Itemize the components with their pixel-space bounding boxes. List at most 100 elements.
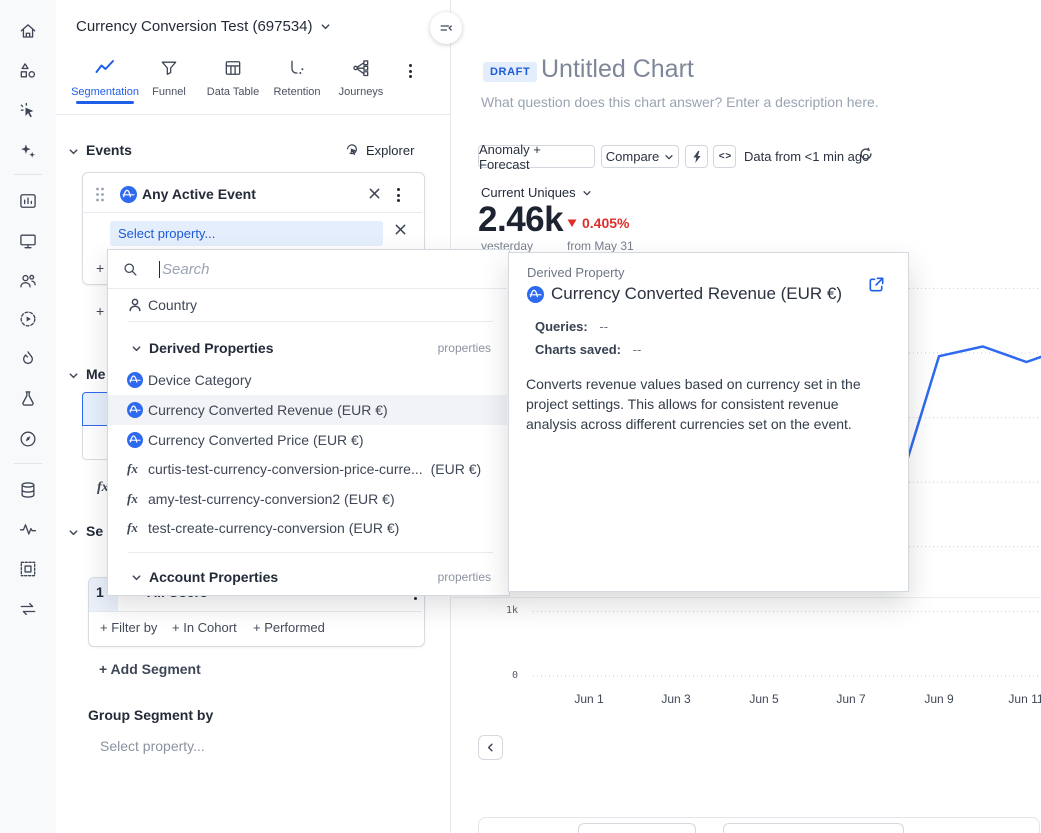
dropdown-item[interactable]: Currency Converted Price (EUR €): [108, 425, 507, 455]
shapes-icon[interactable]: [18, 61, 38, 81]
chevron-down-icon: [582, 188, 592, 198]
x-axis-label: Jun 9: [924, 692, 953, 706]
remove-event-icon[interactable]: [368, 187, 381, 200]
fx-icon: fx: [127, 520, 138, 536]
tab-retention[interactable]: Retention: [270, 58, 324, 98]
collapse-panel-icon: [438, 20, 454, 36]
search-icon: [123, 262, 138, 277]
session-replay-icon[interactable]: [18, 309, 38, 329]
fx-icon: fx: [127, 461, 138, 477]
account-properties-header[interactable]: Account Properties properties: [108, 562, 507, 592]
metric-selector[interactable]: Current Uniques: [481, 185, 592, 200]
segment-card-divider: [89, 611, 422, 612]
signals-pulse-icon[interactable]: [18, 519, 38, 539]
text-caret: [159, 261, 160, 278]
data-database-icon[interactable]: [18, 480, 38, 500]
anomaly-forecast-button[interactable]: Anomaly + Forecast: [478, 145, 595, 168]
add-where-fragment[interactable]: +: [96, 260, 104, 276]
x-axis-label: Jun 11: [1008, 692, 1041, 706]
open-external-link-icon[interactable]: [867, 275, 886, 294]
experiments-flask-icon[interactable]: [18, 389, 38, 409]
metric-change-value: 0.405%: [582, 215, 629, 231]
dropdown-item[interactable]: Device Category: [108, 365, 507, 395]
performed-button[interactable]: + Performed: [253, 620, 325, 635]
events-collapse-chevron-icon[interactable]: [68, 146, 79, 157]
dropdown-item[interactable]: fx curtis-test-currency-conversion-price…: [108, 454, 507, 484]
queries-value: --: [599, 319, 608, 334]
dropdown-item-label: curtis-test-currency-conversion-price-cu…: [148, 461, 423, 477]
popup-queries-row: Queries: --: [535, 319, 608, 334]
audiences-icon[interactable]: [18, 271, 38, 291]
chart-description-placeholder[interactable]: What question does this chart answer? En…: [481, 94, 879, 110]
tab-segmentation[interactable]: Segmentation: [76, 58, 134, 98]
breakdown-select-1[interactable]: [578, 823, 696, 833]
compass-icon[interactable]: [18, 429, 38, 449]
dropdown-item[interactable]: fx amy-test-currency-conversion2 (EUR €): [108, 484, 507, 514]
tab-journeys[interactable]: Journeys: [334, 58, 388, 98]
dropdown-item-country[interactable]: Country: [108, 290, 507, 320]
filter-by-button[interactable]: + Filter by: [100, 620, 157, 635]
active-tab-underline: [76, 101, 134, 104]
charts-saved-value: --: [633, 342, 642, 357]
derived-properties-header[interactable]: Derived Properties properties: [108, 333, 507, 363]
magic-select-icon[interactable]: [18, 101, 38, 121]
drag-handle-icon[interactable]: [94, 186, 106, 203]
dropdown-item-label: amy-test-currency-conversion2 (EUR €): [148, 491, 395, 507]
remove-property-icon[interactable]: [394, 223, 407, 236]
realtime-button[interactable]: [685, 145, 708, 168]
popup-title: Currency Converted Revenue (EUR €): [551, 284, 842, 304]
dropdown-item[interactable]: fx test-create-currency-conversion (EUR …: [108, 513, 507, 543]
in-cohort-button[interactable]: + In Cohort: [172, 620, 237, 635]
tab-funnel[interactable]: Funnel: [148, 58, 190, 98]
segmentation-icon: [94, 58, 116, 78]
dropdown-item-highlighted[interactable]: Currency Converted Revenue (EUR €): [108, 395, 507, 425]
property-dropdown: Search Country Derived Properties proper…: [107, 249, 510, 596]
display-icon[interactable]: [18, 231, 38, 251]
activity-flame-icon[interactable]: [18, 349, 38, 369]
rail-divider: [14, 463, 42, 464]
dropdown-item-label: Currency Converted Price (EUR €): [148, 432, 364, 448]
chevron-down-icon: [131, 572, 142, 583]
amplitude-logo-icon: [127, 372, 143, 388]
dropdown-item-label: Currency Converted Revenue (EUR €): [148, 402, 388, 418]
tab-label: Funnel: [152, 86, 186, 98]
property-search[interactable]: Search: [108, 250, 507, 289]
draft-badge: DRAFT: [483, 62, 537, 82]
explorer-button[interactable]: Explorer: [344, 142, 414, 158]
ai-sparkles-icon[interactable]: [18, 141, 38, 161]
dropdown-item-label: test-create-currency-conversion (EUR €): [148, 520, 399, 536]
chart-title[interactable]: Untitled Chart: [541, 55, 694, 84]
metric-label: Current Uniques: [481, 185, 576, 200]
dropdown-item-suffix: (EUR €): [431, 461, 482, 477]
metric-change: 0.405%: [567, 215, 629, 231]
popup-kicker: Derived Property: [527, 265, 625, 280]
chevron-down-icon: [320, 21, 331, 32]
measured-collapse-chevron-icon[interactable]: [68, 370, 79, 381]
compare-button[interactable]: Compare: [601, 145, 679, 168]
tab-label: Journeys: [339, 86, 384, 98]
add-event-fragment[interactable]: +: [96, 303, 104, 319]
collapse-panel-button[interactable]: [430, 12, 462, 44]
amplitude-app: Currency Conversion Test (697534) Segmen…: [0, 0, 1041, 833]
breakdown-select-2[interactable]: [723, 823, 904, 833]
tab-label: Data Table: [207, 86, 259, 98]
event-options-menu[interactable]: [395, 186, 402, 204]
home-icon[interactable]: [18, 22, 38, 42]
select-property-field[interactable]: Select property...: [110, 221, 383, 246]
processing-chip-icon[interactable]: [18, 559, 38, 579]
refresh-icon[interactable]: [858, 146, 874, 162]
metric-value: 2.46k: [478, 200, 563, 240]
flows-swap-icon[interactable]: [18, 599, 38, 619]
tab-data-table[interactable]: Data Table: [204, 58, 262, 98]
code-view-button[interactable]: < >: [713, 145, 736, 168]
chart-board-icon[interactable]: [18, 191, 38, 211]
collapse-module-button[interactable]: [478, 735, 503, 760]
add-segment-button[interactable]: + Add Segment: [99, 661, 201, 677]
group-select-property[interactable]: Select property...: [100, 738, 205, 754]
user-icon: [127, 297, 143, 313]
tabs-overflow-menu[interactable]: [407, 62, 414, 80]
project-selector[interactable]: Currency Conversion Test (697534): [76, 18, 331, 35]
data-table-icon: [223, 58, 243, 78]
measured-heading-fragment: Me: [86, 366, 105, 382]
segment-collapse-chevron-icon[interactable]: [68, 527, 79, 538]
